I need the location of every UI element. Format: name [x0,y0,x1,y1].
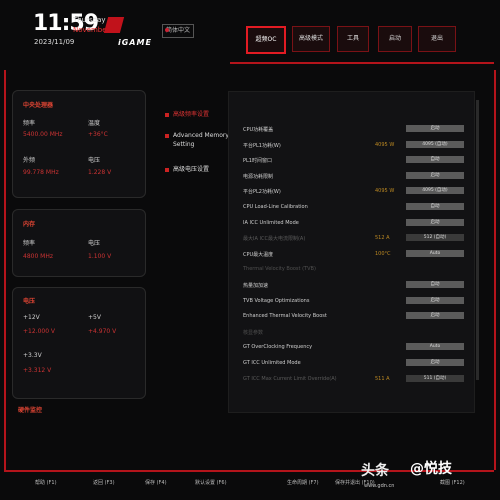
watermark-name: @悦技 [410,461,452,477]
setting-label: CPU功耗覆盖 [243,127,274,133]
setting-select[interactable]: 自动 [406,156,464,164]
setting-label: 核显参数 [243,329,264,336]
tab-advanced[interactable]: 高级模式 [292,26,330,52]
menu-advanced-frequency[interactable]: 高级频率设置 [173,110,209,119]
setting-select[interactable]: 启动 [406,296,464,304]
footer-lifecycle[interactable]: 生命周期 (F7) [287,479,319,486]
v12-label: +12V [23,314,40,321]
mem-freq-value: 4800 MHz [23,253,54,260]
tab-tools[interactable]: 工具 [337,26,369,52]
cpu-temp-label: 温度 [88,120,101,127]
footer-back[interactable]: 返回 (F3) [93,479,115,486]
memory-title: 内存 [23,221,36,228]
setting-select[interactable]: 启动 [406,359,464,366]
v33-value: +3.312 V [23,367,52,374]
day-of-week: Thursday [73,16,106,24]
setting-label: CPU最大温度 [243,251,274,258]
setting-label: 热量加加速 [243,283,269,289]
setting-label: PL1时间窗口 [243,158,272,165]
language-label: 简体中文 [165,27,190,34]
globe-icon [165,28,169,32]
menu-advanced-memory[interactable]: Advanced Memory Setting [173,131,229,149]
v5-value: +4.970 V [88,328,117,335]
setting-select[interactable]: 启动 [406,171,464,179]
setting-value: 512 A [375,235,390,242]
mem-volt-label: 电压 [88,240,101,247]
tab-overclock[interactable]: 超频OC [246,26,286,54]
setting-select[interactable]: 启动 [406,312,464,320]
setting-select[interactable]: 启动 [406,218,464,226]
hardware-monitor-label: 硬件监控 [18,407,43,414]
v12-value: +12.000 V [23,328,56,335]
cpu-volt-value: 1.228 V [88,169,112,176]
setting-value: 511 A [375,375,390,382]
setting-label: 平台PL1功耗(W) [243,142,281,149]
setting-select[interactable]: 4095 (自动) [406,140,464,148]
setting-label: Enhanced Thermal Velocity Boost [243,313,327,320]
setting-value: 4095 W [375,141,395,148]
watermark-site: www.gdn.cn [364,483,395,489]
igame-logo-icon [103,17,125,33]
cpu-temp-value: +36°C [88,131,108,138]
v5-label: +5V [88,314,101,321]
footer-help[interactable]: 帮助 (F1) [35,479,57,486]
setting-select[interactable]: 自动 [406,281,464,288]
setting-select[interactable]: Auto [406,249,464,257]
frame-right [494,70,496,470]
setting-label: 最大IA ICC最大电流限制(A) [243,236,306,243]
setting-label: Thermal Velocity Boost (TVB) [243,266,316,273]
mem-volt-value: 1.100 V [88,253,112,260]
setting-value: 100°C [375,250,391,257]
setting-value: 4095 W [375,188,395,195]
menu-advanced-voltage[interactable]: 高级电压设置 [173,165,209,174]
cpu-volt-label: 电压 [88,157,101,164]
setting-select[interactable]: Auto [406,343,464,351]
cpu-bclk-label: 外频 [23,157,36,164]
setting-select[interactable]: 512 (自动) [406,234,464,242]
footer-save[interactable]: 保存 (F4) [145,479,167,486]
setting-label: GT ICC Unlimited Mode [243,360,301,366]
cpu-bclk-value: 99.778 MHz [23,169,59,176]
footer-screenshot[interactable]: 截图 (F12) [440,479,465,486]
date: 2023/11/09 [34,38,75,46]
watermark-brand: 头条 [361,463,389,479]
setting-label: CPU Load-Line Calibration [243,204,308,210]
menu-bullet-3 [165,168,169,172]
footer-defaults[interactable]: 默认设置 (F6) [195,479,227,486]
v33-label: +3.3V [23,352,42,359]
cpu-title: 中央处理器 [23,102,54,109]
setting-select[interactable]: 自动 [406,203,464,210]
frame-left [4,70,6,470]
tab-boot[interactable]: 启动 [378,26,412,52]
mem-freq-label: 频率 [23,240,36,247]
settings-scrollbar[interactable] [476,100,479,380]
menu-bullet-2 [165,134,169,138]
setting-label: 平台PL2功耗(W) [243,189,281,196]
setting-label: 电源功耗限制 [243,173,274,180]
menu-bullet-1 [165,113,169,117]
setting-select[interactable]: 4095 (自动) [406,187,464,195]
cpu-freq-label: 频率 [23,120,36,127]
frame-top-right [230,62,494,64]
setting-label: IA ICC Unlimited Mode [243,219,299,226]
setting-select[interactable]: 511 (自动) [406,374,464,382]
setting-select[interactable]: 启动 [406,125,464,132]
tab-exit[interactable]: 退出 [418,26,456,52]
voltage-title: 电压 [23,298,36,305]
setting-label: GT ICC Max Current Limit Override(A) [243,375,337,382]
cpu-freq-value: 5400.00 MHz [23,131,63,138]
setting-label: GT OverClocking Frequency [243,344,313,351]
setting-label: TVB Voltage Optimizations [243,297,310,304]
brand-logo: iGAME [118,38,152,47]
